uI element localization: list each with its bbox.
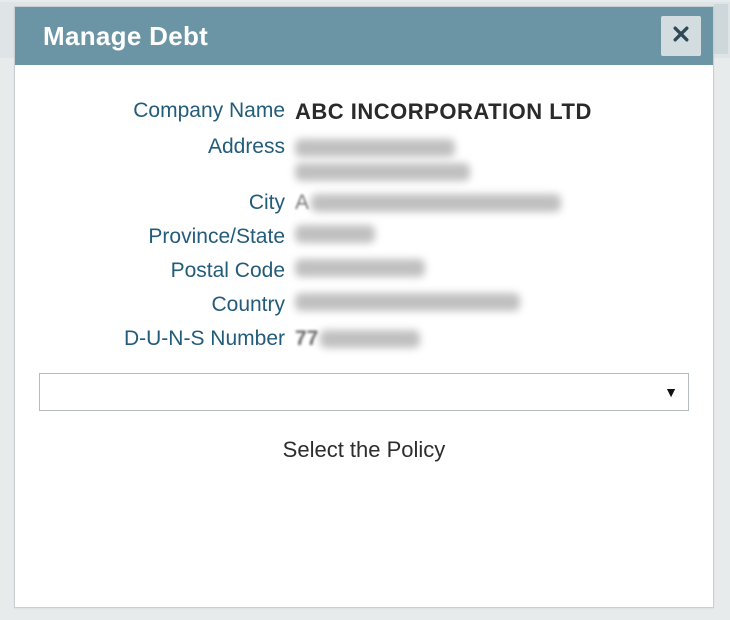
redacted-text — [295, 293, 520, 311]
redacted-text — [295, 139, 455, 157]
dialog-title: Manage Debt — [43, 21, 208, 52]
value-duns: 77 — [295, 325, 693, 351]
close-button[interactable] — [661, 16, 701, 56]
redacted-text — [295, 225, 375, 243]
label-company-name: Company Name — [35, 97, 285, 123]
label-country: Country — [35, 291, 285, 317]
dialog-header: Manage Debt — [15, 7, 713, 65]
label-province: Province/State — [35, 223, 285, 249]
value-province — [295, 223, 693, 249]
manage-debt-dialog: Manage Debt Company Name ABC INCORPORATI… — [14, 6, 714, 608]
company-info-grid: Company Name ABC INCORPORATION LTD Addre… — [35, 97, 693, 351]
label-address: Address — [35, 133, 285, 159]
redacted-text — [295, 163, 470, 181]
redacted-text — [311, 194, 561, 212]
redacted-text — [295, 259, 425, 277]
policy-select[interactable]: ▼ — [39, 373, 689, 411]
label-postal-code: Postal Code — [35, 257, 285, 283]
value-address — [295, 133, 693, 181]
value-city: A — [295, 189, 693, 215]
chevron-down-icon: ▼ — [664, 384, 678, 400]
value-country — [295, 291, 693, 317]
close-icon — [671, 24, 691, 49]
redacted-text — [320, 330, 420, 348]
label-city: City — [35, 189, 285, 215]
modal-backdrop: Manage Debt Company Name ABC INCORPORATI… — [0, 0, 730, 620]
policy-select-caption: Select the Policy — [35, 437, 693, 463]
background-accent — [714, 4, 728, 54]
value-company-name: ABC INCORPORATION LTD — [295, 97, 693, 125]
dialog-body: Company Name ABC INCORPORATION LTD Addre… — [15, 65, 713, 463]
value-city-prefix: A — [295, 191, 309, 215]
label-duns: D-U-N-S Number — [35, 325, 285, 351]
value-postal-code — [295, 257, 693, 283]
value-duns-prefix: 77 — [295, 327, 318, 351]
